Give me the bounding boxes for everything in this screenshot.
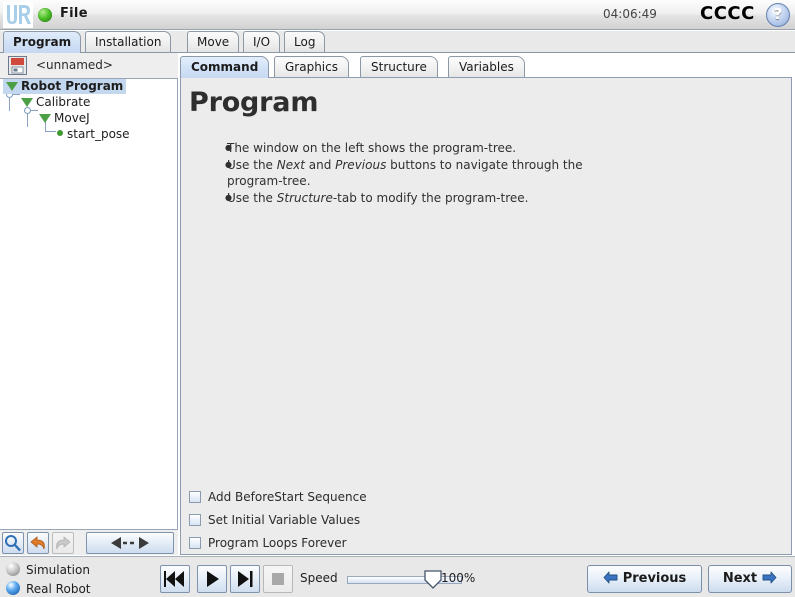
collapse-triangle-icon <box>6 82 18 91</box>
speed-label: Speed <box>300 571 338 585</box>
checkbox-label: Program Loops Forever <box>208 536 347 550</box>
speed-value: 100% <box>441 571 476 585</box>
speed-slider-thumb[interactable] <box>424 570 442 589</box>
list-item: Use the Next and Previous buttons to nav… <box>225 157 631 190</box>
tree-connector <box>31 110 38 111</box>
checkbox-label: Add BeforeStart Sequence <box>208 490 367 504</box>
tree-node-label: Calibrate <box>36 95 91 109</box>
real-robot-radio-icon[interactable] <box>6 581 20 595</box>
real-robot-label: Real Robot <box>26 582 91 596</box>
instruction-text: Use the <box>227 190 277 205</box>
tab-program[interactable]: Program <box>3 31 82 53</box>
tree-connector <box>9 96 10 111</box>
save-icon[interactable] <box>8 56 27 75</box>
command-content-panel: Program The window on the left shows the… <box>180 77 792 555</box>
instruction-emphasis: Structure <box>276 190 333 205</box>
collapse-triangle-icon <box>39 114 51 123</box>
tree-node-movej[interactable]: MoveJ <box>39 110 90 126</box>
next-button[interactable]: Next <box>708 565 792 593</box>
tab-command[interactable]: Command <box>180 56 270 78</box>
list-item: The window on the left shows the program… <box>225 140 631 157</box>
redo-icon <box>52 532 74 554</box>
help-icon[interactable]: ? <box>766 3 790 27</box>
instruction-emphasis: Next <box>276 157 305 172</box>
tab-graphics[interactable]: Graphics <box>274 56 349 78</box>
tab-structure[interactable]: Structure <box>360 56 438 78</box>
undo-icon[interactable] <box>27 532 49 554</box>
simulation-radio-icon[interactable] <box>6 562 20 576</box>
checkbox-label: Set Initial Variable Values <box>208 513 361 527</box>
checkbox-set-initial-variable-values[interactable]: Set Initial Variable Values <box>189 512 360 528</box>
command-tab-bar: Command Graphics Structure Variables <box>180 56 795 78</box>
tree-node-robot-program[interactable]: Robot Program <box>3 79 127 94</box>
page-title: Program <box>189 87 319 118</box>
tab-io[interactable]: I/O <box>243 31 281 53</box>
list-item: Use the Structure-tab to modify the prog… <box>225 190 631 207</box>
program-file-row[interactable]: <unnamed> <box>0 53 178 78</box>
step-button[interactable] <box>230 565 260 593</box>
tree-node-label: start_pose <box>67 127 130 141</box>
checkbox-program-loops-forever[interactable]: Program Loops Forever <box>189 535 347 551</box>
rewind-button[interactable] <box>160 565 190 593</box>
tree-connector <box>27 112 28 127</box>
tab-variables[interactable]: Variables <box>448 56 525 78</box>
tree-node-label: Robot Program <box>21 79 124 93</box>
previous-label: Previous <box>622 571 687 586</box>
instruction-text: -tab to modify the program-tree. <box>332 190 529 205</box>
tree-connector <box>13 94 20 95</box>
title-bar: File 04:06:49 CCCC ? <box>0 0 795 30</box>
instructions-list: The window on the left shows the program… <box>211 140 631 206</box>
instruction-text: and <box>304 157 336 172</box>
tab-installation[interactable]: Installation <box>85 31 172 53</box>
main-tab-bar: Program Installation Move I/O Log <box>0 31 795 53</box>
tree-connector <box>45 131 56 132</box>
stop-button <box>263 565 293 593</box>
file-menu-button[interactable]: File <box>60 6 88 21</box>
instruction-emphasis: Previous <box>335 157 387 172</box>
robot-name-label: CCCC <box>700 3 755 24</box>
instruction-text: The window on the left shows the program… <box>227 141 517 155</box>
play-button[interactable] <box>197 565 227 593</box>
checkbox-box[interactable] <box>189 514 201 526</box>
file-status-indicator-icon <box>38 8 52 22</box>
checkbox-add-beforestart-sequence[interactable]: Add BeforeStart Sequence <box>189 489 367 505</box>
tree-node-calibrate[interactable]: Calibrate <box>21 94 90 110</box>
program-name-label: <unnamed> <box>36 58 113 72</box>
tree-node-label: MoveJ <box>54 111 90 125</box>
tree-node-start-pose[interactable]: start_pose <box>57 126 130 142</box>
instruction-text: Use the <box>227 157 277 172</box>
tab-move[interactable]: Move <box>187 31 240 53</box>
ur-logo-icon <box>3 2 33 28</box>
previous-button[interactable]: Previous <box>587 565 702 593</box>
move-indent-control[interactable] <box>86 532 174 554</box>
next-label: Next <box>722 571 758 586</box>
clock: 04:06:49 <box>603 7 657 21</box>
collapse-triangle-icon <box>21 98 33 107</box>
waypoint-dot-icon <box>57 130 63 136</box>
checkbox-box[interactable] <box>189 537 201 549</box>
search-icon[interactable] <box>2 532 24 554</box>
tab-log[interactable]: Log <box>284 31 326 53</box>
checkbox-box[interactable] <box>189 491 201 503</box>
simulation-label: Simulation <box>26 563 90 577</box>
program-tree[interactable]: Robot Program Calibrate MoveJ start_pose <box>0 78 178 530</box>
program-tree-toolbar <box>0 530 178 555</box>
program-tree-panel: <unnamed> Robot Program Calibrate MoveJ … <box>0 53 178 555</box>
